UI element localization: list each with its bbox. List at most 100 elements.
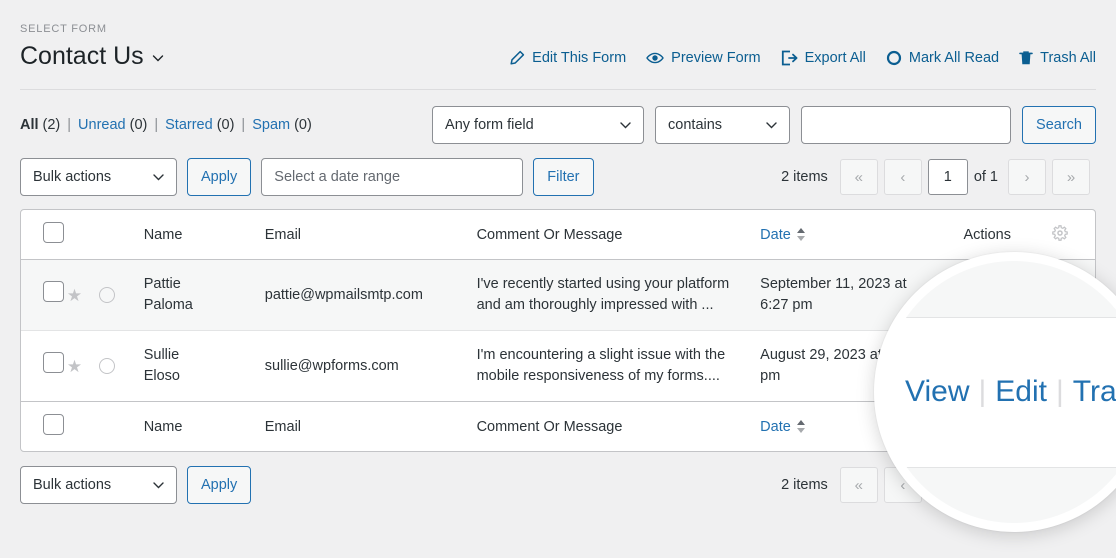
sort-date-control-bottom[interactable]: Date bbox=[760, 419, 806, 435]
view-unread-link[interactable]: Unread bbox=[78, 117, 126, 133]
row-checkbox[interactable] bbox=[43, 352, 64, 374]
pencil-icon bbox=[509, 50, 525, 66]
unread-circle-icon[interactable] bbox=[99, 358, 116, 375]
export-all-label: Export All bbox=[804, 50, 866, 66]
magnifier-band-top bbox=[883, 261, 1116, 318]
sort-arrows-icon bbox=[796, 227, 806, 242]
chevron-down-icon bbox=[152, 171, 165, 184]
trash-icon bbox=[1019, 50, 1033, 66]
magnified-row-actions: View |Edit| Trash bbox=[883, 375, 1116, 409]
magnified-view-link[interactable]: View bbox=[905, 375, 969, 408]
pagination-top-prev[interactable]: ‹ bbox=[883, 159, 922, 195]
apply-button-top[interactable]: Apply bbox=[187, 158, 252, 196]
bulk-actions-select-bottom[interactable]: Bulk actions bbox=[20, 466, 177, 505]
row-email: sullie@wpforms.com bbox=[264, 357, 399, 374]
header-actions: Actions bbox=[963, 226, 1011, 243]
unread-circle-icon[interactable] bbox=[99, 287, 116, 304]
row-flags-cell: ★ bbox=[67, 331, 144, 402]
footer-name: Name bbox=[143, 418, 183, 435]
gear-icon[interactable] bbox=[1052, 224, 1068, 245]
footer-date-label[interactable]: Date bbox=[760, 419, 791, 435]
pagination-bottom-items: 2 items bbox=[781, 477, 828, 494]
view-spam-count: (0) bbox=[294, 117, 312, 133]
apply-button-bottom[interactable]: Apply bbox=[187, 466, 252, 505]
views-list: All (2) | Unread (0) | Starred (0) | Spam (0… bbox=[20, 117, 312, 133]
row-checkbox-cell bbox=[21, 331, 67, 402]
chevron-down-icon bbox=[765, 119, 778, 132]
sort-arrows-icon bbox=[796, 419, 806, 434]
pagination-top-last[interactable]: » bbox=[1052, 159, 1090, 195]
row-name: Pattie Paloma bbox=[143, 259, 265, 331]
bulk-actions-select-top[interactable]: Bulk actions bbox=[20, 158, 177, 196]
views-separator-2: | bbox=[154, 117, 159, 133]
form-selector[interactable]: Contact Us bbox=[20, 41, 165, 71]
view-spam-link[interactable]: Spam bbox=[252, 117, 290, 133]
row-name-line1: Sullie bbox=[143, 347, 180, 364]
row-email: pattie@wpmailsmtp.com bbox=[264, 259, 477, 331]
bulk-actions-select-top-value: Bulk actions bbox=[33, 169, 112, 185]
star-icon[interactable]: ★ bbox=[67, 358, 82, 375]
view-starred-count: (0) bbox=[216, 117, 235, 133]
row-message: I'm encountering a slight issue with the… bbox=[476, 347, 726, 385]
header-date-label[interactable]: Date bbox=[760, 227, 791, 243]
pagination-top-current-page[interactable] bbox=[927, 159, 968, 195]
pagination-top-items: 2 items bbox=[781, 169, 828, 185]
table-head: Name Email Comment Or Message Date Actio… bbox=[21, 210, 1095, 260]
row-checkbox[interactable] bbox=[43, 281, 64, 302]
row-checkbox-cell bbox=[21, 259, 67, 331]
preview-form-link[interactable]: Preview Form bbox=[646, 50, 761, 66]
magnifier-lens-content: View |Edit| Trash bbox=[883, 261, 1116, 523]
bulk-actions-select-bottom-value: Bulk actions bbox=[33, 477, 112, 494]
search-field-select[interactable]: Any form field bbox=[432, 106, 645, 144]
search-group: Any form field contains Search bbox=[432, 106, 1096, 144]
filter-button[interactable]: Filter bbox=[533, 158, 594, 196]
mark-all-read-label: Mark All Read bbox=[908, 50, 1000, 66]
select-all-checkbox[interactable] bbox=[43, 222, 64, 243]
header-name: Name bbox=[143, 226, 183, 243]
export-all-link[interactable]: Export All bbox=[781, 50, 866, 66]
search-input[interactable] bbox=[801, 106, 1012, 144]
row-name-line1: Pattie bbox=[143, 276, 181, 292]
select-all-checkbox-bottom[interactable] bbox=[43, 414, 64, 436]
search-operator-select-value: contains bbox=[668, 117, 723, 133]
chevron-down-icon bbox=[619, 119, 632, 132]
star-icon[interactable]: ★ bbox=[67, 287, 82, 304]
header-select-all-cell bbox=[21, 210, 67, 259]
magnified-trash-link[interactable]: Trash bbox=[1073, 375, 1116, 408]
row-flags-cell: ★ bbox=[66, 259, 144, 331]
date-range-input[interactable] bbox=[261, 158, 524, 196]
header-message: Comment Or Message bbox=[476, 226, 623, 243]
footer-flags-cell bbox=[67, 402, 144, 451]
row-flags: ★ bbox=[67, 287, 144, 304]
preview-form-label: Preview Form bbox=[671, 50, 761, 66]
filters-row: All (2) | Unread (0) | Starred (0) | Spam (0… bbox=[20, 106, 1096, 144]
bulk-actions-row-top: Bulk actions Apply Filter 2 items « ‹ of… bbox=[20, 158, 1096, 196]
title-row: Contact Us Edit This Form Preview Form E… bbox=[20, 41, 1096, 71]
magnified-edit-link[interactable]: Edit bbox=[995, 375, 1047, 408]
row-name-line2: Paloma bbox=[143, 297, 193, 314]
search-button[interactable]: Search bbox=[1022, 106, 1096, 144]
edit-this-form-label: Edit This Form bbox=[532, 50, 627, 66]
header-settings-cell bbox=[1052, 210, 1095, 259]
view-starred-link[interactable]: Starred bbox=[165, 117, 213, 133]
row-name: Sullie Eloso bbox=[144, 331, 265, 402]
table-header-row: Name Email Comment Or Message Date Actio… bbox=[21, 210, 1095, 260]
search-operator-select[interactable]: contains bbox=[655, 106, 791, 144]
row-flags: ★ bbox=[67, 358, 144, 375]
sort-date-control[interactable]: Date bbox=[760, 227, 806, 243]
pagination-bottom-first[interactable]: « bbox=[839, 467, 878, 504]
pagination-top-next[interactable]: › bbox=[1008, 159, 1046, 195]
trash-all-link[interactable]: Trash All bbox=[1019, 50, 1096, 66]
view-all-label[interactable]: All bbox=[20, 117, 39, 133]
chevron-down-icon bbox=[151, 51, 165, 65]
magnified-sep-2: | bbox=[1055, 375, 1064, 408]
row-message: I've recently started using your platfor… bbox=[476, 259, 761, 331]
mark-all-read-link[interactable]: Mark All Read bbox=[886, 50, 999, 66]
pagination-top-first[interactable]: « bbox=[839, 159, 878, 195]
eye-icon bbox=[646, 50, 665, 66]
edit-this-form-link[interactable]: Edit This Form bbox=[509, 50, 626, 66]
search-field-select-value: Any form field bbox=[445, 117, 534, 133]
trash-all-label: Trash All bbox=[1040, 50, 1096, 66]
page-title: Contact Us bbox=[20, 42, 144, 70]
pagination-top-of: of 1 bbox=[973, 169, 998, 185]
